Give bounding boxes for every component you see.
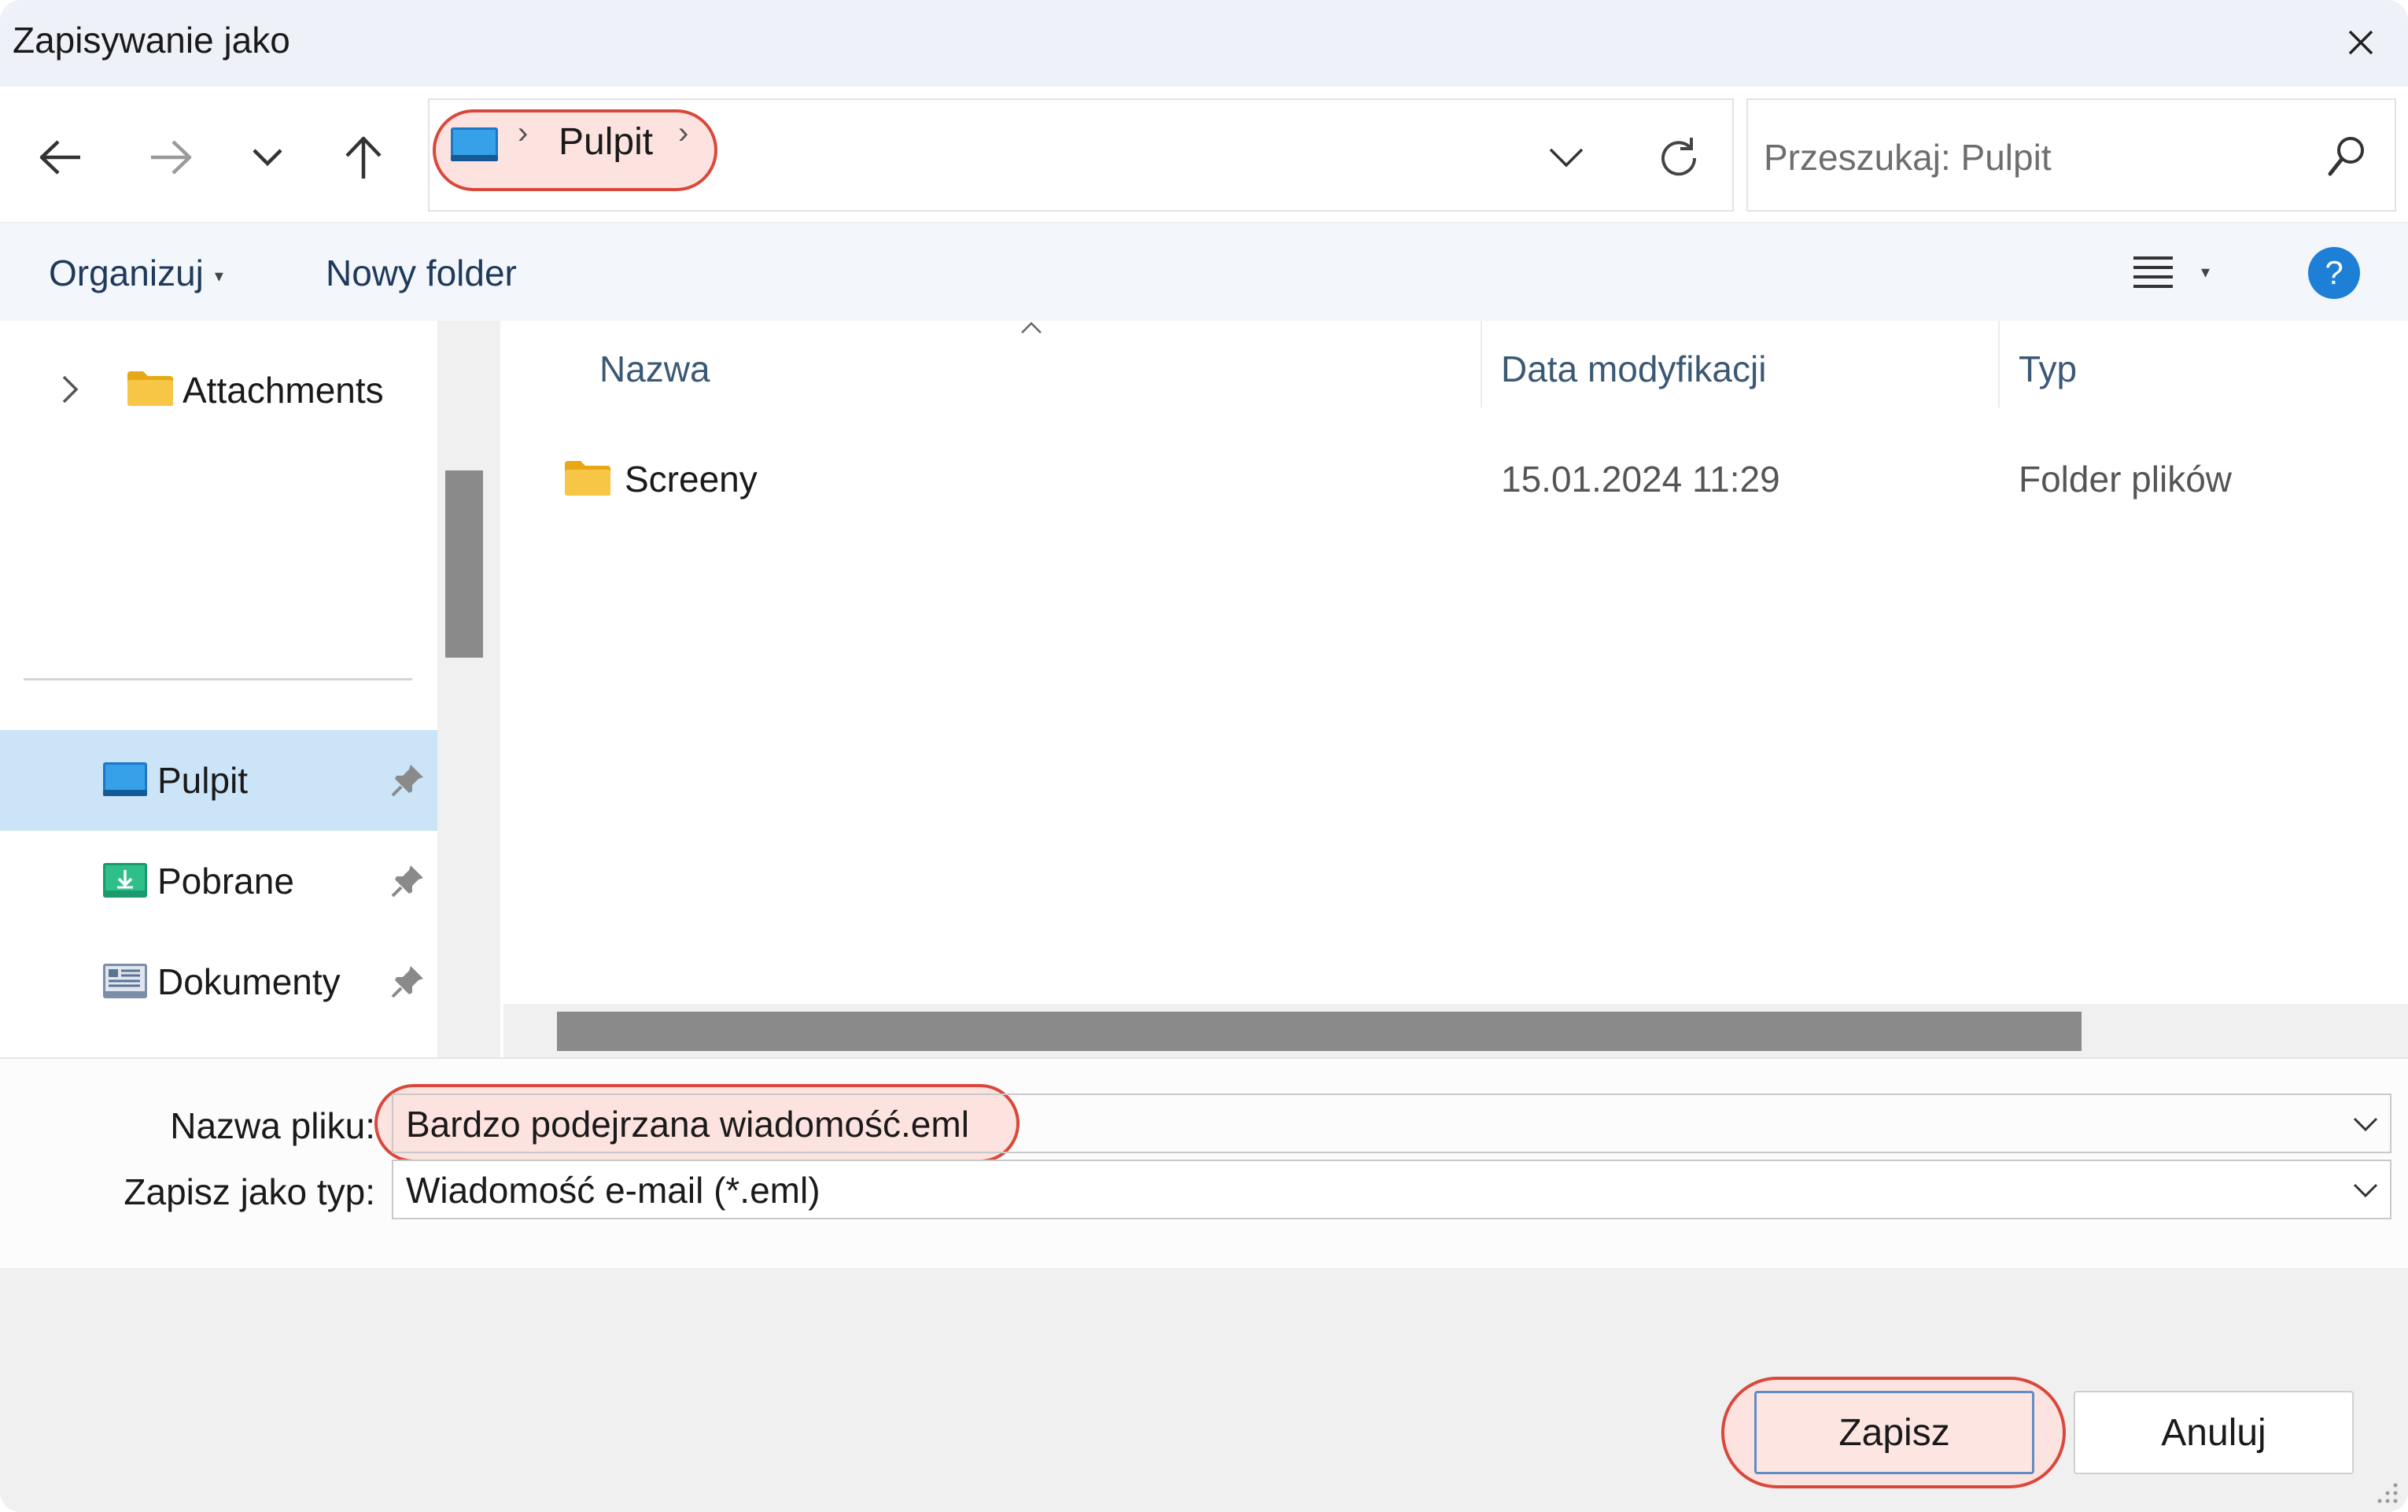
up-button[interactable] (334, 127, 393, 187)
file-type: Folder plików (2019, 459, 2232, 500)
search-icon (2328, 137, 2364, 176)
sidebar-item-pobrane[interactable]: Pobrane (0, 831, 437, 931)
folder-icon (565, 461, 610, 496)
pin-icon[interactable] (390, 763, 425, 798)
view-options-button[interactable]: ▾ (2132, 242, 2226, 302)
sidebar-item-pulpit[interactable]: Pulpit (0, 730, 437, 831)
file-name: Screeny (625, 459, 758, 500)
sort-ascending-icon (1021, 322, 1042, 334)
window-title: Zapisywanie jako (13, 20, 290, 61)
chevron-down-icon (1549, 148, 1584, 168)
downloads-icon (103, 863, 147, 898)
new-folder-button[interactable]: Nowy folder (326, 252, 517, 294)
help-button[interactable]: ? (2308, 247, 2360, 299)
recent-locations-button[interactable] (238, 127, 297, 187)
desktop-icon (103, 762, 147, 796)
close-button[interactable] (2337, 19, 2384, 66)
organize-label: Organizuj (49, 253, 204, 293)
navigation-bar: › Pulpit › Przeszukaj: Pulpit (0, 87, 2408, 222)
title-bar: Zapisywanie jako (0, 0, 2408, 87)
column-header-name[interactable]: Nazwa (599, 348, 710, 390)
caret-down-icon: ▾ (2201, 262, 2211, 282)
back-button[interactable] (30, 127, 90, 187)
refresh-icon (1661, 138, 1697, 176)
sidebar-item-label: Pulpit (157, 760, 249, 801)
navigation-scrollbar[interactable] (437, 321, 500, 1057)
pin-icon[interactable] (390, 964, 425, 999)
file-list: Nazwa Data modyfikacji Typ Screeny 15.01… (500, 321, 2408, 1057)
chevron-down-icon (253, 149, 282, 167)
filetype-value: Wiadomość e-mail (*.eml) (406, 1170, 820, 1211)
folder-icon (127, 371, 173, 406)
sidebar-item-attachments[interactable]: Attachments (0, 340, 437, 441)
desktop-icon (451, 127, 498, 161)
address-bar[interactable]: › Pulpit › (428, 98, 1734, 212)
resize-grip-icon[interactable] (2375, 1481, 2399, 1504)
sidebar-item-label: Pobrane (157, 861, 294, 902)
address-dropdown-button[interactable] (1539, 130, 1594, 185)
pin-icon[interactable] (390, 864, 425, 898)
column-header-modified[interactable]: Data modyfikacji (1501, 348, 1766, 390)
column-header-type[interactable]: Typ (2019, 348, 2077, 390)
command-bar: Organizuj ▾ Nowy folder ▾ ? (0, 222, 2408, 321)
forward-button[interactable] (142, 127, 201, 187)
search-input[interactable]: Przeszukaj: Pulpit (1764, 136, 2052, 179)
filename-field[interactable]: Bardzo podejrzana wiadomość.eml (392, 1093, 2391, 1153)
file-row[interactable]: Screeny 15.01.2024 11:29 Folder plików (500, 439, 2408, 518)
chevron-down-icon[interactable] (2352, 1174, 2379, 1205)
arrow-right-icon (151, 140, 192, 175)
horizontal-scrollbar-thumb[interactable] (557, 1012, 2082, 1051)
navigation-pane: Attachments Pulpit Pobrane Dokumenty (0, 321, 437, 1057)
save-button[interactable]: Zapisz (1754, 1391, 2034, 1474)
sidebar-item-label: Attachments (183, 370, 384, 411)
column-divider[interactable] (1481, 321, 1482, 408)
list-view-icon (2133, 256, 2173, 288)
chevron-right-icon[interactable] (61, 374, 79, 404)
sidebar-item-dokumenty[interactable]: Dokumenty (0, 931, 437, 1032)
arrow-up-icon (345, 136, 382, 179)
filename-label: Nazwa pliku: (170, 1105, 375, 1146)
caret-down-icon: ▾ (214, 265, 223, 286)
refresh-button[interactable] (1649, 128, 1709, 188)
file-modified: 15.01.2024 11:29 (1501, 459, 1780, 500)
arrow-left-icon (39, 140, 80, 175)
breadcrumb-chevron-icon[interactable]: › (678, 116, 688, 151)
breadcrumb-pulpit[interactable]: Pulpit (559, 120, 653, 164)
breadcrumb-separator: › (518, 116, 529, 150)
navigation-scrollbar-thumb[interactable] (445, 470, 483, 658)
documents-icon (103, 964, 147, 998)
cancel-button[interactable]: Anuluj (2074, 1391, 2354, 1474)
close-icon (2348, 30, 2373, 55)
column-divider[interactable] (1998, 321, 2000, 408)
filetype-label: Zapisz jako typ: (124, 1171, 375, 1212)
search-box[interactable]: Przeszukaj: Pulpit (1746, 98, 2396, 212)
filetype-select[interactable]: Wiadomość e-mail (*.eml) (392, 1160, 2391, 1219)
filename-input[interactable]: Bardzo podejrzana wiadomość.eml (406, 1103, 969, 1145)
sidebar-item-label: Dokumenty (157, 961, 341, 1002)
help-icon: ? (2325, 254, 2343, 291)
chevron-down-icon[interactable] (2352, 1108, 2379, 1139)
organize-button[interactable]: Organizuj ▾ (49, 252, 223, 294)
sidebar-divider (24, 678, 412, 680)
